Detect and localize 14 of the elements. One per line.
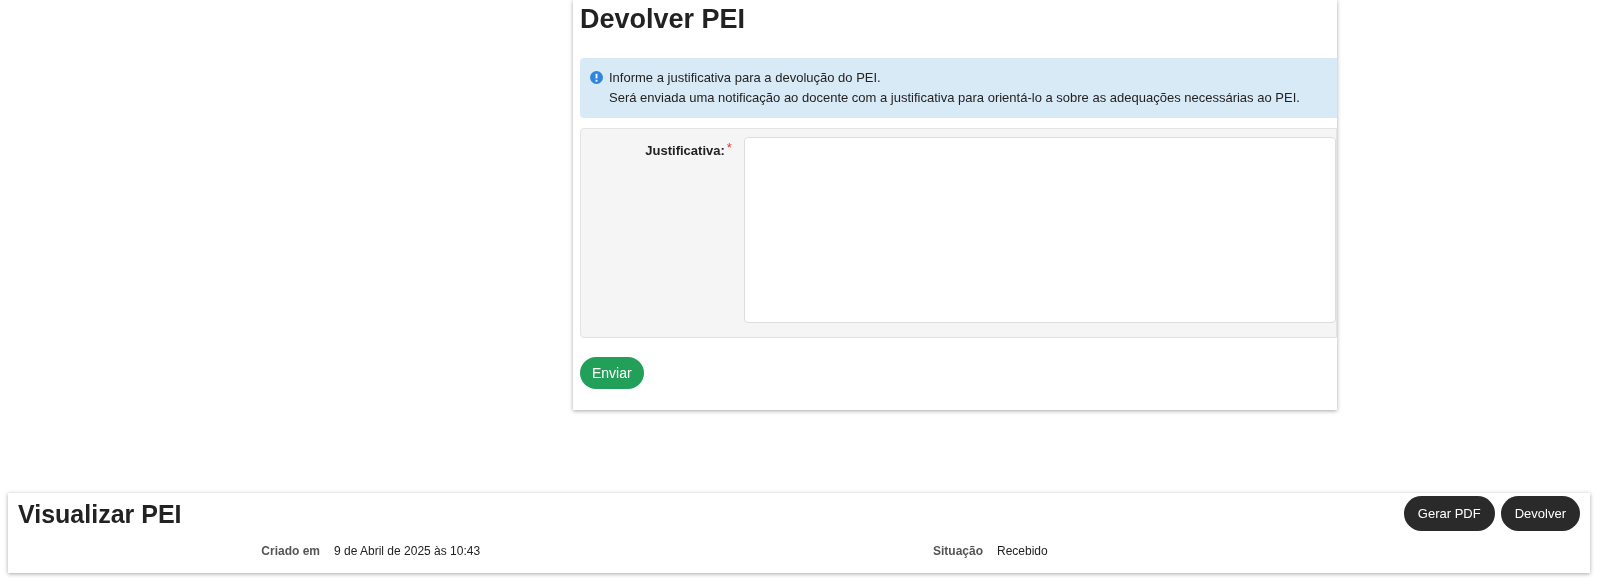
alert-text: Informe a justificativa para a devolução do PEI.: [609, 69, 881, 87]
field-label: Justificativa:: [645, 142, 725, 160]
action-button[interactable]: Gerar PDF: [1403, 496, 1495, 531]
action-button[interactable]: Devolver: [1500, 496, 1580, 531]
alert-text: Será enviada uma notificação ao docente com a justificativa para orientá-lo a sobre as adequações necessárias ao PEI.: [609, 89, 1300, 107]
info-icon: [590, 71, 603, 84]
justification-field[interactable]: [743, 137, 1336, 323]
dialog-title: Devolver PEI: [580, 3, 746, 36]
detail-label: Criado em: [260, 543, 320, 560]
page-title: Visualizar PEI: [18, 499, 182, 530]
detail-label: Situação: [932, 543, 983, 560]
required-mark: *: [726, 141, 732, 155]
detail-value: 9 de Abril de 2025 às 10:43: [334, 543, 481, 560]
detail-value: Recebido: [997, 543, 1048, 560]
